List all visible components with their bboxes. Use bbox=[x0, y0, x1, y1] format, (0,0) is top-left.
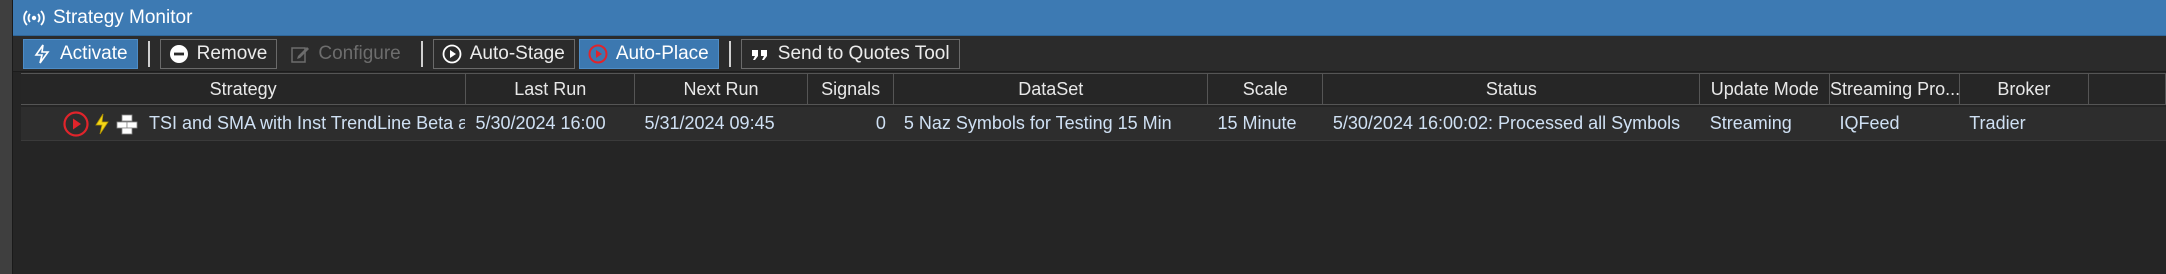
column-header-dataset[interactable]: DataSet bbox=[894, 74, 1209, 104]
remove-button[interactable]: Remove bbox=[159, 38, 278, 69]
play-circle-red-icon bbox=[587, 43, 609, 65]
table-row[interactable]: TSI and SMA with Inst TrendLine Beta ar … bbox=[21, 107, 2166, 141]
title-bar[interactable]: Strategy Monitor bbox=[13, 0, 2166, 36]
auto-place-label: Auto-Place bbox=[615, 42, 709, 64]
cell-last-run: 5/30/2024 16:00 bbox=[475, 113, 606, 133]
toolbar: Activate Remove Configure Auto-Stage Aut… bbox=[13, 36, 2166, 72]
column-header-signals[interactable]: Signals bbox=[808, 74, 895, 104]
toolbar-separator bbox=[728, 40, 731, 67]
send-to-quotes-label: Send to Quotes Tool bbox=[777, 42, 950, 64]
column-header-next-run[interactable]: Next Run bbox=[635, 74, 808, 104]
row-status-icons bbox=[63, 110, 143, 137]
cell-next-run: 5/31/2024 09:45 bbox=[644, 113, 775, 133]
remove-label: Remove bbox=[196, 42, 268, 64]
column-header-broker[interactable]: Broker bbox=[1960, 74, 2090, 104]
strategy-name: TSI and SMA with Inst TrendLine Beta ar bbox=[149, 113, 466, 133]
play-circle-icon[interactable] bbox=[63, 110, 89, 137]
cell-status: 5/30/2024 16:00:02: Processed all Symbol… bbox=[1332, 113, 1681, 133]
configure-button[interactable]: Configure bbox=[281, 38, 411, 69]
cell-update-mode: Streaming bbox=[1709, 113, 1792, 133]
column-header-filler bbox=[2089, 74, 2166, 104]
cell-filler bbox=[2089, 107, 2166, 140]
column-header-scale[interactable]: Scale bbox=[1208, 74, 1324, 104]
activate-label: Activate bbox=[60, 42, 128, 64]
grid-header: Strategy Last Run Next Run Signals DataS… bbox=[21, 73, 2166, 105]
cell-streaming-provider: IQFeed bbox=[1839, 113, 1900, 133]
send-to-quotes-button[interactable]: Send to Quotes Tool bbox=[740, 38, 960, 69]
play-circle-icon bbox=[441, 43, 463, 65]
lightning-icon bbox=[31, 43, 53, 65]
quote-icon bbox=[749, 43, 771, 65]
cell-scale: 15 Minute bbox=[1217, 113, 1297, 133]
cell-dataset: 5 Naz Symbols for Testing 15 Min bbox=[903, 113, 1172, 133]
column-header-last-run[interactable]: Last Run bbox=[466, 74, 636, 104]
window-title: Strategy Monitor bbox=[53, 6, 193, 28]
strategy-grid: Strategy Last Run Next Run Signals DataS… bbox=[21, 73, 2166, 274]
stack-icon bbox=[115, 113, 139, 135]
toolbar-separator bbox=[147, 40, 150, 67]
column-header-streaming-provider[interactable]: Streaming Pro... bbox=[1830, 74, 1960, 104]
column-header-strategy[interactable]: Strategy bbox=[21, 74, 467, 104]
edit-icon bbox=[289, 43, 311, 65]
column-header-update-mode[interactable]: Update Mode bbox=[1700, 74, 1831, 104]
auto-stage-label: Auto-Stage bbox=[469, 42, 565, 64]
broadcast-icon bbox=[23, 7, 45, 29]
column-header-status[interactable]: Status bbox=[1323, 74, 1701, 104]
minus-circle-icon bbox=[168, 43, 190, 65]
auto-stage-button[interactable]: Auto-Stage bbox=[432, 38, 575, 69]
lightning-icon bbox=[93, 113, 111, 135]
configure-label: Configure bbox=[318, 42, 401, 64]
strategy-monitor-window: Strategy Monitor Activate Remove Configu… bbox=[12, 0, 2166, 274]
cell-strategy: TSI and SMA with Inst TrendLine Beta ar bbox=[21, 107, 465, 140]
cell-broker: Tradier bbox=[1969, 113, 2026, 133]
activate-button[interactable]: Activate bbox=[23, 38, 138, 69]
auto-place-button[interactable]: Auto-Place bbox=[578, 38, 719, 69]
toolbar-separator bbox=[420, 40, 423, 67]
cell-signals: 0 bbox=[875, 113, 886, 133]
